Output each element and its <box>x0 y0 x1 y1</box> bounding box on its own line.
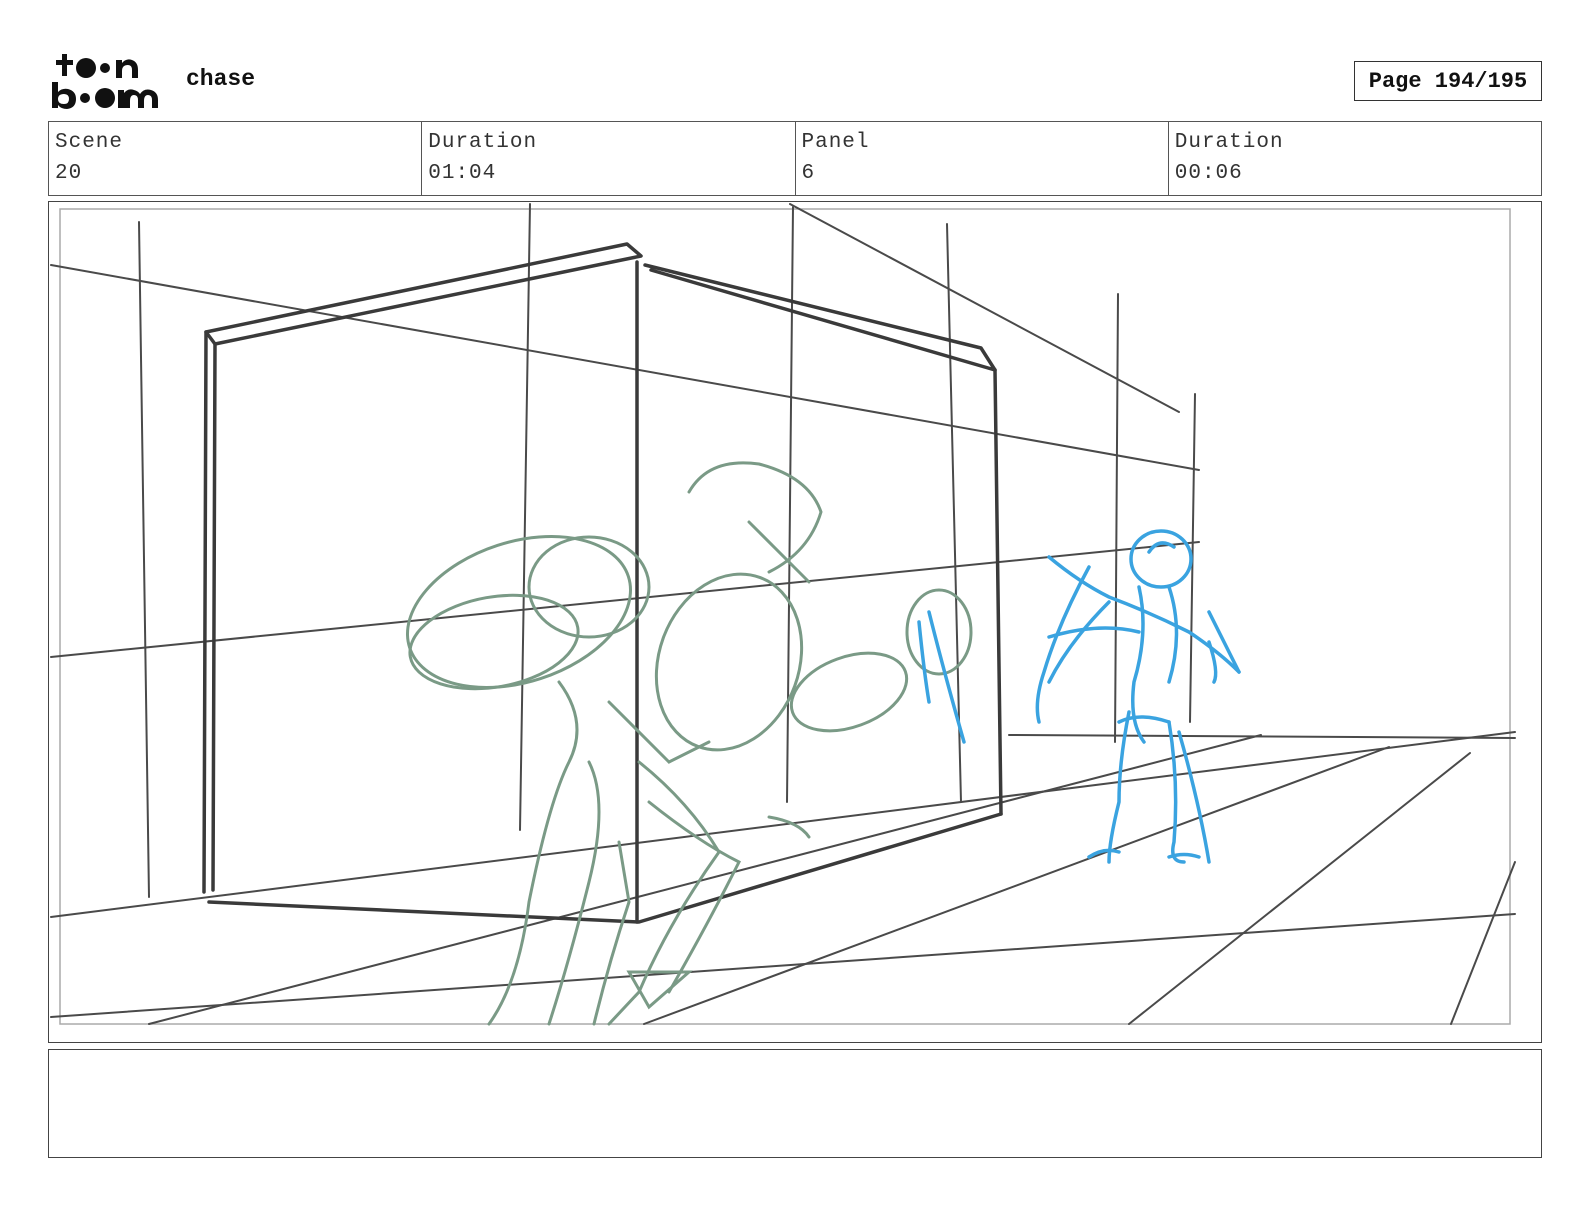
scene-label: Scene <box>55 131 124 154</box>
document-title: chase <box>186 66 256 92</box>
panel-duration-cell: Duration 00:06 <box>1169 122 1541 195</box>
scene-duration-value: 01:04 <box>428 162 497 185</box>
panel-sketch <box>50 203 1516 1026</box>
panel-duration-label: Duration <box>1174 131 1284 154</box>
panel-value: 6 <box>801 162 816 185</box>
panel-notes-box <box>48 1049 1542 1158</box>
crate-sketch <box>202 242 1003 924</box>
background-sketch <box>50 203 1516 1025</box>
storyboard-panel <box>48 201 1542 1043</box>
scene-value: 20 <box>55 162 83 185</box>
scene-cell: Scene 20 <box>49 122 423 195</box>
page-indicator: Page 194/195 <box>1354 61 1542 101</box>
panel-cell: Panel 6 <box>796 122 1169 195</box>
panel-label: Panel <box>801 131 870 154</box>
toon-boom-logo <box>52 54 158 109</box>
panel-info-bar: Scene 20 Duration 01:04 Panel 6 Duration… <box>48 121 1542 196</box>
panel-duration-value: 00:06 <box>1174 162 1243 185</box>
scene-duration-label: Duration <box>428 131 538 154</box>
scene-duration-cell: Duration 01:04 <box>422 122 796 195</box>
